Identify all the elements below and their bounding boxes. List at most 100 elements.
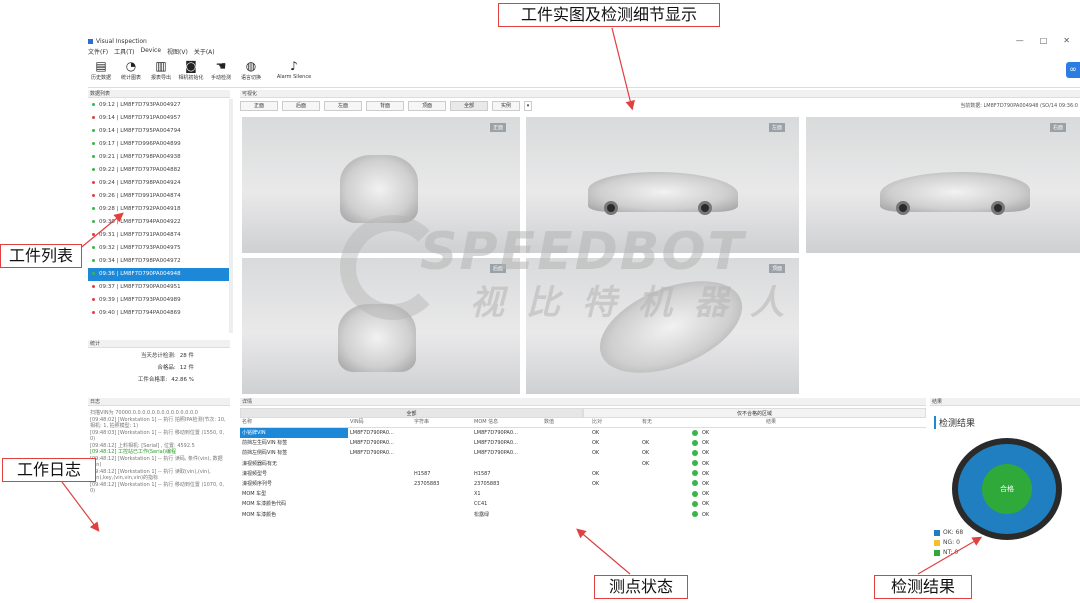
menu-tools[interactable]: 工具(T) — [114, 47, 134, 57]
menu-about[interactable]: 关于(A) — [194, 47, 215, 57]
legend-nt: NT: 0 — [934, 548, 963, 558]
table-cell: OK — [592, 450, 600, 457]
stat-value: 28 件 — [179, 353, 194, 359]
result-text: OK — [702, 470, 710, 477]
list-item[interactable]: 09:31 | LM8F7D791PA004874 — [88, 229, 229, 242]
ok-check-icon — [692, 439, 698, 446]
view-left-button[interactable]: 左面 — [324, 101, 362, 111]
list-item-label: 09:24 | LM8F7D798PA004924 — [99, 180, 181, 186]
camera-init-button[interactable]: ◙ 相机初始化 — [178, 58, 204, 87]
table-cell — [640, 499, 690, 509]
table-cell: OK — [592, 480, 600, 487]
view-front-button[interactable]: 正面 — [240, 101, 278, 111]
log-line: [09:48:03] [Workstation 1] -- 执行 移动到位置 (… — [90, 429, 225, 443]
table-row[interactable]: 小铭牌VIN LM8F7D790PA0... LM8F7D790PA0... OK OK — [240, 428, 926, 439]
result-center-label: 合格 — [982, 464, 1032, 514]
list-item[interactable]: 09:32 | LM8F7D793PA004975 — [88, 242, 229, 255]
ok-check-icon — [692, 490, 698, 497]
alarm-silence-button[interactable]: ♪ Alarm Silence — [268, 58, 320, 87]
image-right[interactable]: 右面 — [806, 117, 1080, 253]
menu-device[interactable]: Device — [141, 47, 162, 57]
history-data-button[interactable]: ▤ 历史数据 — [88, 58, 114, 87]
report-export-button[interactable]: ▥ 报表导出 — [148, 58, 174, 87]
manual-inspect-button[interactable]: ☚ 手动检测 — [208, 58, 234, 87]
list-item[interactable]: 09:14 | LM8F7D791PA004957 — [88, 112, 229, 125]
table-row[interactable]: MOM 车漆颜色 松露绿 OK — [240, 510, 926, 520]
view-instance-button[interactable]: 实例 — [492, 101, 520, 111]
table-header: 名称 VIN码 字符串 MOM 信息 数值 比对 有无 结果 — [240, 418, 926, 428]
ok-check-icon — [692, 511, 698, 517]
list-item[interactable]: 09:34 | LM8F7D798PA004972 — [88, 255, 229, 268]
view-rear-button[interactable]: 后面 — [282, 101, 320, 111]
table-row[interactable]: MOM 车漆颜色代码 CC41 OK — [240, 499, 926, 509]
menu-view[interactable]: 视图(V) — [167, 47, 188, 57]
column-header: 有无 — [642, 419, 653, 425]
workpiece-list: 09:12 | LM8F7D793PA004927 09:14 | LM8F7D7… — [88, 99, 230, 333]
table-row[interactable]: 前挡左侧码VIN 标签 LM8F7D790PA0... LM8F7D790PA0..… — [240, 448, 926, 458]
language-switch-button[interactable]: ◍ 语言切换 — [238, 58, 264, 87]
link-icon[interactable]: ∞ — [1066, 62, 1080, 78]
result-cell: OK — [690, 428, 764, 438]
stat-pass: 合格品: 12 件 — [88, 362, 230, 374]
view-top-button[interactable]: 顶面 — [408, 101, 446, 111]
list-item-label: 09:28 | LM8F7D792PA004918 — [99, 206, 181, 212]
table-row[interactable]: 濠视频型号 H1587 H1587 OK OK — [240, 469, 926, 479]
list-item[interactable]: 09:39 | LM8F7D793PA004989 — [88, 294, 229, 307]
result-cell: OK — [690, 489, 764, 499]
log-line: [09:48:12] [Workstation 1] -- 执行 读码, 条件(… — [90, 455, 223, 469]
list-item-label: 09:40 | LM8F7D794PA004869 — [99, 310, 181, 316]
chevron-down-icon[interactable]: ▾ — [524, 101, 532, 111]
table-cell: LM8F7D790PA0... — [350, 430, 394, 436]
result-cell: OK — [690, 438, 764, 448]
log-panel-header: 日志 — [88, 398, 230, 406]
result-text: OK — [702, 480, 710, 487]
table-row[interactable]: 前挡左生码VIN 标签 LM8F7D790PA0... LM8F7D790PA0..… — [240, 438, 926, 448]
stats-chart-button[interactable]: ◔ 统计图表 — [118, 58, 144, 87]
list-item[interactable]: 09:22 | LM8F7D797PA004882 — [88, 164, 229, 177]
view-back-button[interactable]: 背面 — [366, 101, 404, 111]
minimize-button[interactable]: — — [1016, 36, 1024, 45]
list-item[interactable]: 09:36 | LM8F7D790PA004948 — [88, 268, 229, 281]
list-item-label: 09:34 | LM8F7D798PA004972 — [99, 258, 181, 264]
column-header: 比对 — [592, 419, 603, 425]
list-item[interactable]: 09:14 | LM8F7D795PA004794 — [88, 125, 229, 138]
tab-all[interactable]: 全部 — [240, 408, 583, 418]
menu-file[interactable]: 文件(F) — [88, 47, 108, 57]
list-item[interactable]: 09:40 | LM8F7D794PA004869 — [88, 307, 229, 320]
table-row[interactable]: 濠视频器码有无 OK OK — [240, 459, 926, 469]
column-header: 结果 — [766, 419, 777, 425]
legend-ng: NG: 0 — [934, 538, 963, 548]
table-row[interactable]: MOM 车型 X1 OK — [240, 489, 926, 499]
list-item-label: 09:21 | LM8F7D798PA004938 — [99, 154, 181, 160]
list-item[interactable]: 09:24 | LM8F7D798PA004924 — [88, 177, 229, 190]
status-dot — [92, 259, 95, 262]
table-cell: 濠视频序列号 — [242, 480, 273, 487]
details-tabs: 全部 仅不合格的区域 — [240, 408, 926, 418]
list-item[interactable]: 09:30 | LM8F7D794PA004922 — [88, 216, 229, 229]
list-item[interactable]: 09:37 | LM8F7D790PA004951 — [88, 281, 229, 294]
list-item[interactable]: 09:17 | LM8F7D996PA004899 — [88, 138, 229, 151]
result-text: OK — [702, 450, 710, 457]
work-log: 扫描VIN为 70000.0.0.0.0.0.0.0.0.0.0.0.0.0.0… — [88, 408, 230, 568]
result-cell: OK — [690, 510, 764, 520]
result-panel: 检测结果 合格 OK: 68 NG: 0 NT: 0 — [930, 408, 1080, 568]
list-item[interactable]: 09:28 | LM8F7D792PA004918 — [88, 203, 229, 216]
view-all-button[interactable]: 全部 — [450, 101, 488, 111]
table-cell — [542, 469, 590, 479]
column-header: 数值 — [544, 419, 555, 425]
table-cell: LM8F7D790PA0... — [474, 440, 518, 447]
table-cell — [348, 459, 412, 469]
watermark-text: SPEEDBOT — [420, 222, 746, 282]
table-cell — [412, 448, 472, 458]
tab-ng-only[interactable]: 仅不合格的区域 — [583, 408, 926, 418]
close-button[interactable]: ✕ — [1063, 36, 1070, 45]
table-cell: OK — [642, 450, 650, 457]
hand-icon: ☚ — [215, 59, 227, 73]
list-scrollbar[interactable] — [229, 99, 233, 333]
list-item[interactable]: 09:26 | LM8F7D991PA004874 — [88, 190, 229, 203]
list-item[interactable]: 09:12 | LM8F7D793PA004927 — [88, 99, 229, 112]
list-item[interactable]: 09:21 | LM8F7D798PA004938 — [88, 151, 229, 164]
table-row[interactable]: 濠视频序列号 23705883 23705883 OK OK — [240, 479, 926, 489]
status-dot — [92, 103, 95, 106]
maximize-button[interactable]: □ — [1040, 36, 1048, 45]
